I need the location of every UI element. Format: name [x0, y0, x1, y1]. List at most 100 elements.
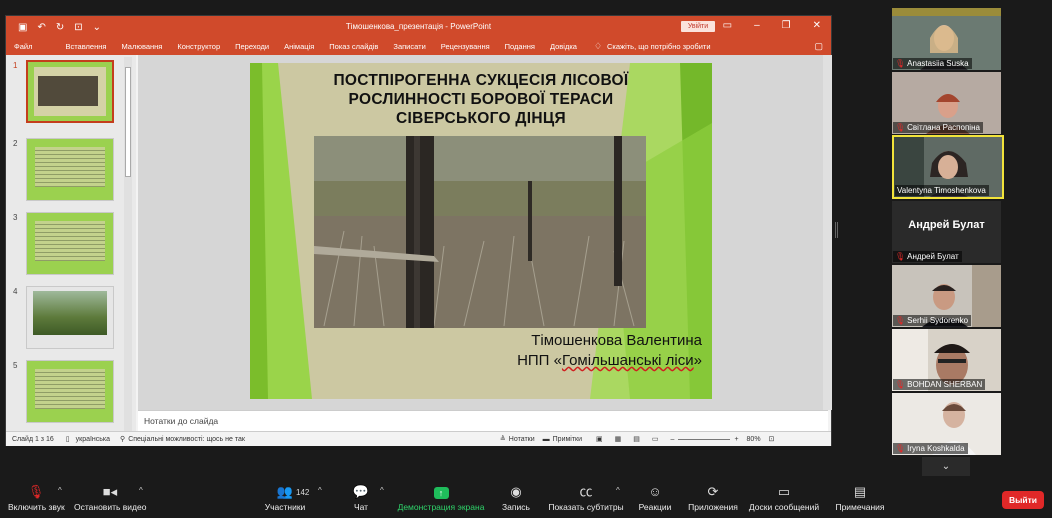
- comments-icon[interactable]: ▢: [814, 41, 823, 52]
- tab-insert[interactable]: Вставлення: [65, 42, 106, 51]
- slide-thumbnail-2[interactable]: [26, 138, 114, 201]
- chat-options-chevron-icon[interactable]: ^: [380, 486, 384, 495]
- comments-status-button[interactable]: Примітки: [553, 436, 582, 443]
- notes-pane[interactable]: Нотатки до слайда: [138, 410, 828, 431]
- zoom-in-icon[interactable]: +: [734, 436, 738, 443]
- comments-status-icon[interactable]: ▬: [543, 436, 550, 443]
- chat-button[interactable]: 💬 Чат: [346, 484, 376, 512]
- record-icon: ◉: [510, 484, 522, 499]
- participant-name-label: 🎙 Андрей Булат: [893, 251, 962, 262]
- thumb-number: 2: [13, 139, 18, 148]
- slide-thumbnail-4[interactable]: [26, 286, 114, 349]
- muted-mic-icon: 🎙: [895, 252, 906, 261]
- participant-name: Anastasiia Suska: [907, 59, 969, 68]
- slide-thumbnail-1[interactable]: [26, 60, 114, 123]
- active-speaker-tile[interactable]: Valentyna Timoshenkova: [892, 135, 1004, 199]
- participants-options-chevron-icon[interactable]: ^: [318, 486, 322, 495]
- participant-tile[interactable]: 🎙 Світлана Распопіна: [892, 72, 1001, 134]
- zoom-slider[interactable]: [678, 438, 731, 440]
- panel-resize-handle[interactable]: [835, 222, 838, 238]
- slide-canvas[interactable]: ПОСТПІРОГЕННА СУКЦЕСІЯ ЛІСОВОЇ РОСЛИННОС…: [250, 63, 712, 399]
- thumb-number: 3: [13, 213, 18, 222]
- unmute-label: Включить звук: [8, 502, 65, 512]
- notes-status-icon[interactable]: ≜: [500, 435, 506, 443]
- zoom-out-icon[interactable]: –: [671, 436, 675, 443]
- org-suffix: »: [693, 352, 702, 369]
- restore-icon[interactable]: ❐: [782, 20, 791, 31]
- ribbon-display-icon[interactable]: ▭: [723, 20, 732, 31]
- notes-button[interactable]: ▤ Примечания: [832, 484, 888, 512]
- apps-button[interactable]: ⟳ Приложения: [686, 484, 740, 512]
- slide-author[interactable]: Тімошенкова Валентина НПП «Гомільшанські…: [517, 331, 702, 371]
- fit-slide-icon[interactable]: ⊡: [769, 435, 775, 443]
- video-options-chevron-icon[interactable]: ^: [139, 486, 143, 495]
- forest-photo[interactable]: [314, 136, 646, 328]
- tab-animations[interactable]: Анімація: [284, 42, 314, 51]
- stop-video-button[interactable]: ■◂ Остановить видео: [74, 484, 146, 512]
- thumb-photo: [38, 76, 98, 106]
- scroll-thumb[interactable]: [125, 67, 131, 177]
- unmute-button[interactable]: 🎙 Включить звук: [8, 484, 65, 512]
- leave-meeting-button[interactable]: Выйти: [1002, 491, 1044, 509]
- captions-options-chevron-icon[interactable]: ^: [616, 486, 620, 495]
- slide-scrollbar[interactable]: [823, 55, 832, 410]
- thumb-text: [35, 221, 105, 261]
- forest-photo-art: [314, 136, 646, 328]
- tab-slideshow[interactable]: Показ слайдів: [329, 42, 378, 51]
- thumbnail-scrollbar[interactable]: [124, 57, 132, 433]
- notes-label: Примечания: [835, 502, 885, 512]
- slideshow-view-icon[interactable]: ▭: [652, 435, 659, 443]
- participant-tile[interactable]: 🎙 Serhii Sydorenko: [892, 265, 1001, 327]
- signin-button[interactable]: Увійти: [681, 21, 715, 32]
- slide-thumbnail-5[interactable]: [26, 360, 114, 423]
- more-participants-chevron-icon[interactable]: ⌄: [922, 457, 970, 476]
- slide-title[interactable]: ПОСТПІРОГЕННА СУКЦЕСІЯ ЛІСОВОЇ РОСЛИННОС…: [310, 71, 652, 128]
- spellcheck-icon[interactable]: ▯: [66, 435, 70, 443]
- accessibility-status[interactable]: Спеціальні можливості: щось не так: [128, 436, 245, 443]
- tab-file[interactable]: Файл: [14, 42, 32, 51]
- sorter-view-icon[interactable]: ▦: [615, 435, 622, 443]
- tab-draw[interactable]: Малювання: [121, 42, 162, 51]
- tell-me-search[interactable]: Скажіть, що потрібно зробити: [607, 42, 711, 51]
- author-name: Тімошенкова Валентина: [531, 332, 702, 349]
- notes-icon: ▤: [853, 484, 867, 499]
- org-name: Гомільшанські ліси: [561, 352, 694, 369]
- muted-mic-icon: 🎙: [895, 380, 906, 389]
- tab-design[interactable]: Конструктор: [177, 42, 220, 51]
- reading-view-icon[interactable]: ▤: [633, 435, 640, 443]
- muted-mic-icon: 🎙: [895, 123, 906, 132]
- tab-view[interactable]: Подання: [505, 42, 535, 51]
- muted-mic-icon: 🎙: [895, 444, 906, 453]
- close-icon[interactable]: ✕: [813, 20, 821, 31]
- tab-transitions[interactable]: Переходи: [235, 42, 269, 51]
- accessibility-icon[interactable]: ⚲: [120, 435, 125, 443]
- slide-thumbnails-pane: 1 2 3 4 5: [6, 55, 136, 431]
- participant-tile[interactable]: 🎙 BOHDAN SHERBAN: [892, 329, 1001, 391]
- participant-tile[interactable]: Андрей Булат 🎙 Андрей Булат: [892, 201, 1001, 263]
- language-status[interactable]: українська: [76, 436, 110, 443]
- normal-view-icon[interactable]: ▣: [596, 435, 603, 443]
- reactions-button[interactable]: ☺ Реакции: [636, 484, 674, 512]
- tab-help[interactable]: Довідка: [550, 42, 577, 51]
- notes-status-button[interactable]: Нотатки: [509, 436, 535, 443]
- captions-button[interactable]: ㏄ Показать субтитры: [548, 484, 624, 512]
- tab-record[interactable]: Записати: [393, 42, 425, 51]
- slide-thumbnail-3[interactable]: [26, 212, 114, 275]
- chat-bubble-icon: 💬: [352, 484, 370, 499]
- reactions-label: Реакции: [638, 502, 672, 512]
- share-screen-button[interactable]: ↑ Демонстрация экрана: [396, 484, 486, 512]
- participants-label: Участники: [264, 502, 306, 512]
- minimize-icon[interactable]: –: [754, 20, 760, 31]
- audio-options-chevron-icon[interactable]: ^: [58, 486, 62, 495]
- tab-review[interactable]: Рецензування: [441, 42, 490, 51]
- zoom-level[interactable]: 80%: [747, 436, 761, 443]
- participant-name-label: 🎙 BOHDAN SHERBAN: [893, 379, 986, 390]
- author-organization: НПП «Гомільшанські ліси»: [517, 351, 702, 371]
- whiteboards-button[interactable]: ▭ Доски сообщений: [748, 484, 820, 512]
- participant-tile[interactable]: 🎙 Anastasiia Suska: [892, 8, 1001, 70]
- thumb-number: 1: [13, 61, 18, 70]
- participant-name: Світлана Распопіна: [907, 123, 980, 132]
- smiley-plus-icon: ☺: [648, 484, 662, 499]
- record-button[interactable]: ◉ Запись: [500, 484, 532, 512]
- participant-tile[interactable]: 🎙 Iryna Koshkalda: [892, 393, 1001, 455]
